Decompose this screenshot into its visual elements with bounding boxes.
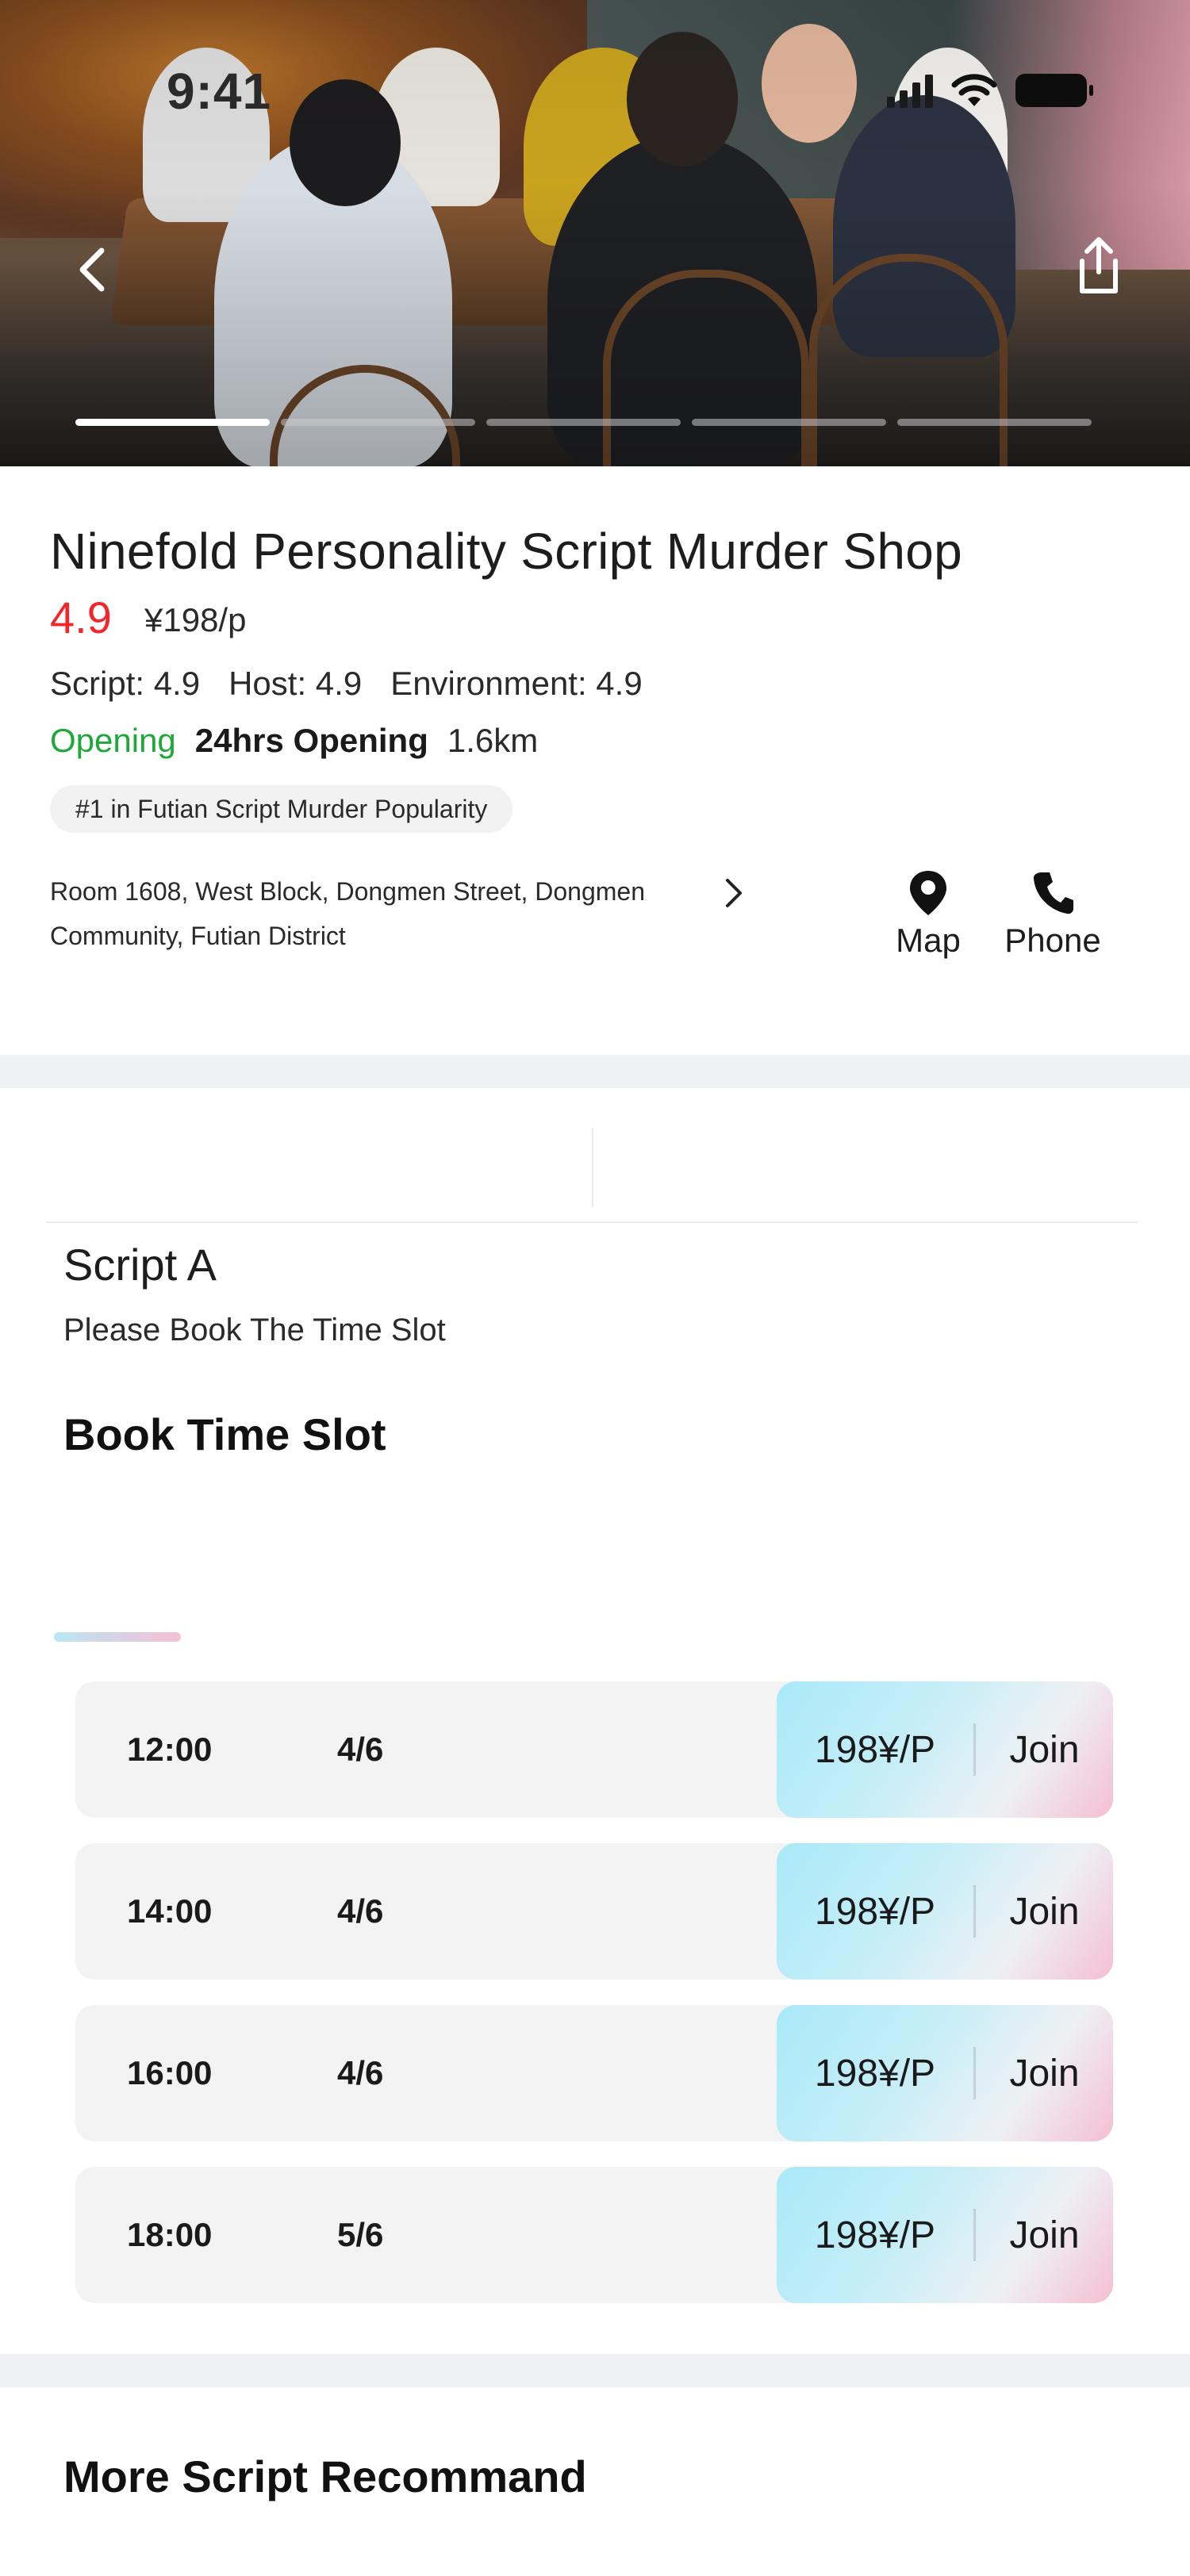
slot-time: 18:00 xyxy=(127,2216,213,2253)
slot-count: 4/6 xyxy=(337,1892,384,1930)
section-divider xyxy=(0,1055,1190,1088)
script-section: Script A Please Book The Time Slot Book … xyxy=(0,1088,1190,2354)
time-slot-row: 12:00 4/6 198¥/P Join xyxy=(75,1681,1113,1818)
slot-count: 4/6 xyxy=(337,2054,384,2091)
join-button[interactable]: 198¥/P Join xyxy=(777,1681,1113,1818)
slot-time: 12:00 xyxy=(127,1731,213,1768)
carousel-pager xyxy=(75,419,1092,426)
pager-dot[interactable] xyxy=(897,419,1092,426)
hero-photo[interactable]: 9:41 xyxy=(0,0,1190,466)
more-scripts-title: More Script Recommand xyxy=(63,2451,587,2501)
share-icon xyxy=(1080,237,1118,293)
book-time-slot-title: Book Time Slot xyxy=(63,1409,386,1459)
back-button[interactable] xyxy=(57,234,129,305)
status-icons xyxy=(887,73,1093,108)
share-button[interactable] xyxy=(1063,230,1134,301)
script-tab[interactable] xyxy=(592,1128,1138,1221)
join-button[interactable]: 198¥/P Join xyxy=(777,1843,1113,1980)
phone-icon xyxy=(1033,872,1073,914)
pager-dot[interactable] xyxy=(486,419,681,426)
map-label: Map xyxy=(896,922,961,959)
map-pin-icon xyxy=(910,871,946,915)
shop-rating: 4.9 xyxy=(50,592,112,642)
open-status: Opening xyxy=(50,722,176,759)
chevron-right-icon[interactable] xyxy=(718,876,750,910)
distance: 1.6km xyxy=(447,722,539,759)
join-label: Join xyxy=(1009,1728,1080,1771)
environment-score: Environment: 4.9 xyxy=(390,665,643,702)
shop-price: ¥198/p xyxy=(144,601,247,638)
map-button[interactable]: Map xyxy=(889,869,968,960)
slot-count: 4/6 xyxy=(337,1731,384,1768)
host-score: Host: 4.9 xyxy=(228,665,363,702)
script-tab[interactable] xyxy=(46,1128,592,1221)
time-slot-row: 14:00 4/6 198¥/P Join xyxy=(75,1843,1113,1980)
chevron-left-icon xyxy=(79,247,105,292)
slot-price: 198¥/P xyxy=(814,1728,936,1771)
slot-price: 198¥/P xyxy=(814,2052,936,2095)
opening-hours: 24hrs Opening xyxy=(194,722,428,759)
wifi-icon xyxy=(951,74,997,106)
slot-time: 16:00 xyxy=(127,2054,213,2091)
pager-dot[interactable] xyxy=(281,419,475,426)
pager-dot-active[interactable] xyxy=(75,419,270,426)
join-label: Join xyxy=(1009,1890,1080,1933)
slot-count: 5/6 xyxy=(337,2216,384,2253)
shop-name: Ninefold Personality Script Murder Shop xyxy=(50,523,963,580)
script-score: Script: 4.9 xyxy=(50,665,201,702)
shop-address[interactable]: Room 1608, West Block, Dongmen Street, D… xyxy=(50,869,701,958)
status-time: 9:41 xyxy=(167,63,272,120)
slot-price: 198¥/P xyxy=(814,2214,936,2256)
section-divider xyxy=(0,2354,1190,2387)
script-hint: Please Book The Time Slot xyxy=(63,1313,446,1347)
phone-button[interactable]: Phone xyxy=(1001,869,1104,960)
join-button[interactable]: 198¥/P Join xyxy=(777,2167,1113,2303)
slot-time: 14:00 xyxy=(127,1892,213,1930)
phone-label: Phone xyxy=(1004,922,1101,959)
pager-dot[interactable] xyxy=(692,419,886,426)
status-bar: 9:41 xyxy=(0,0,1190,120)
time-slot-list: 12:00 4/6 198¥/P Join 14:00 4/6 198¥/P J… xyxy=(75,1681,1113,2329)
time-slot-row: 18:00 5/6 198¥/P Join xyxy=(75,2167,1113,2303)
slot-price: 198¥/P xyxy=(814,1890,936,1933)
script-name: Script A xyxy=(63,1240,217,1290)
join-label: Join xyxy=(1009,2052,1080,2095)
rank-tag[interactable]: #1 in Futian Script Murder Popularity xyxy=(50,785,513,833)
time-slot-row: 16:00 4/6 198¥/P Join xyxy=(75,2005,1113,2141)
script-tabs xyxy=(46,1128,1138,1223)
opening-info: Opening 24hrs Opening 1.6km xyxy=(50,722,538,760)
tab-indicator xyxy=(54,1632,181,1642)
shop-scores: Script: 4.9 Host: 4.9 Environment: 4.9 xyxy=(50,665,643,703)
cellular-signal-icon xyxy=(887,73,933,108)
join-label: Join xyxy=(1009,2214,1080,2256)
join-button[interactable]: 198¥/P Join xyxy=(777,2005,1113,2141)
battery-icon xyxy=(1015,74,1093,107)
shop-info: Ninefold Personality Script Murder Shop … xyxy=(0,466,1190,1055)
